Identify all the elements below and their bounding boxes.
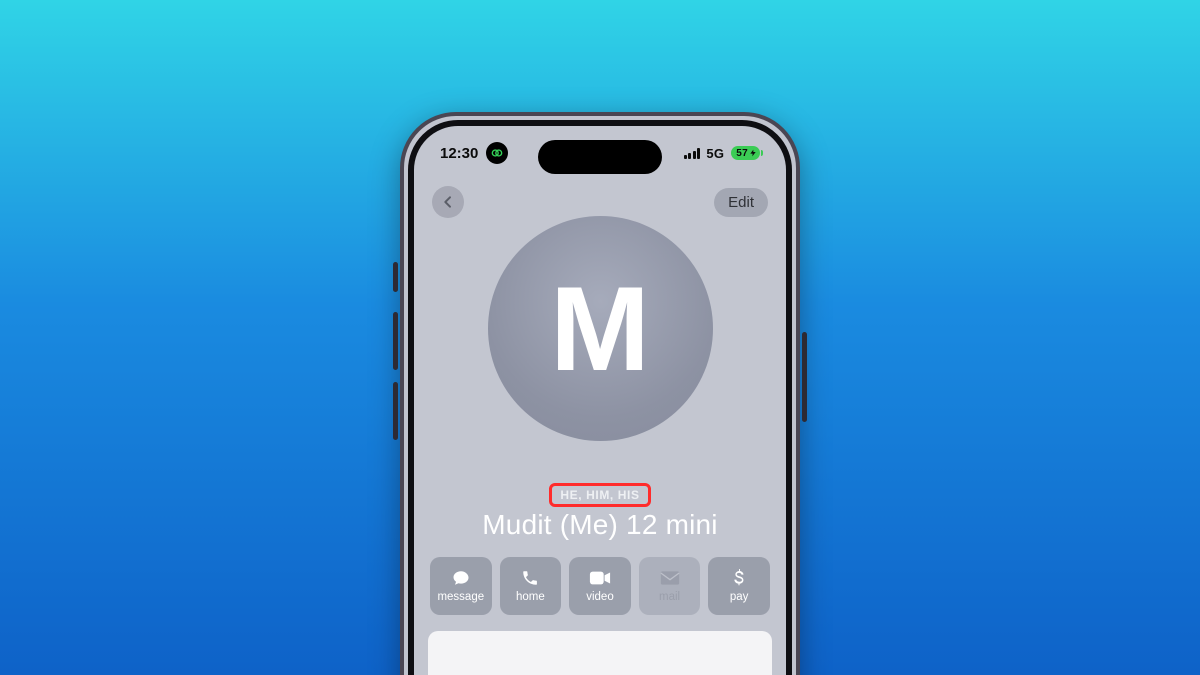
video-button[interactable]: video [569,557,631,615]
message-label: message [437,591,484,603]
message-button[interactable]: message [430,557,492,615]
cellular-signal-icon [684,148,701,159]
network-type: 5G [706,146,724,161]
avatar[interactable]: M [488,216,713,441]
avatar-initial: M [550,269,650,389]
battery-indicator: 57 [731,146,760,160]
edit-label: Edit [728,194,754,211]
mail-icon [660,569,680,587]
phone-mute-switch [393,262,398,292]
video-icon [589,569,611,587]
contact-name: Mudit (Me) 12 mini [482,509,717,541]
dynamic-island [538,140,662,174]
phone-frame: 12:30 5G 57 [400,112,800,675]
battery-percent: 57 [736,148,748,159]
pay-icon [733,569,745,587]
edit-button[interactable]: Edit [714,188,768,217]
pay-button[interactable]: pay [708,557,770,615]
mail-label: mail [659,591,680,603]
call-home-button[interactable]: home [500,557,562,615]
hotspot-icon [486,142,508,164]
video-label: video [586,591,614,603]
phone-power-button [802,332,807,422]
status-time: 12:30 [440,145,478,162]
pronouns-text: HE, HIM, HIS [560,488,639,502]
call-home-label: home [516,591,545,603]
phone-volume-up [393,312,398,370]
mail-button: mail [639,557,701,615]
phone-volume-down [393,382,398,440]
pronouns-badge: HE, HIM, HIS [549,483,650,507]
message-icon [451,569,471,587]
phone-icon [521,569,539,587]
back-button[interactable] [432,186,464,218]
details-card [428,631,772,675]
phone-screen: 12:30 5G 57 [414,126,786,675]
nav-bar: Edit [414,182,786,222]
pay-label: pay [730,591,749,603]
contact-card: M HE, HIM, HIS Mudit (Me) 12 mini messag… [414,206,786,675]
action-row: message home video [428,557,772,615]
